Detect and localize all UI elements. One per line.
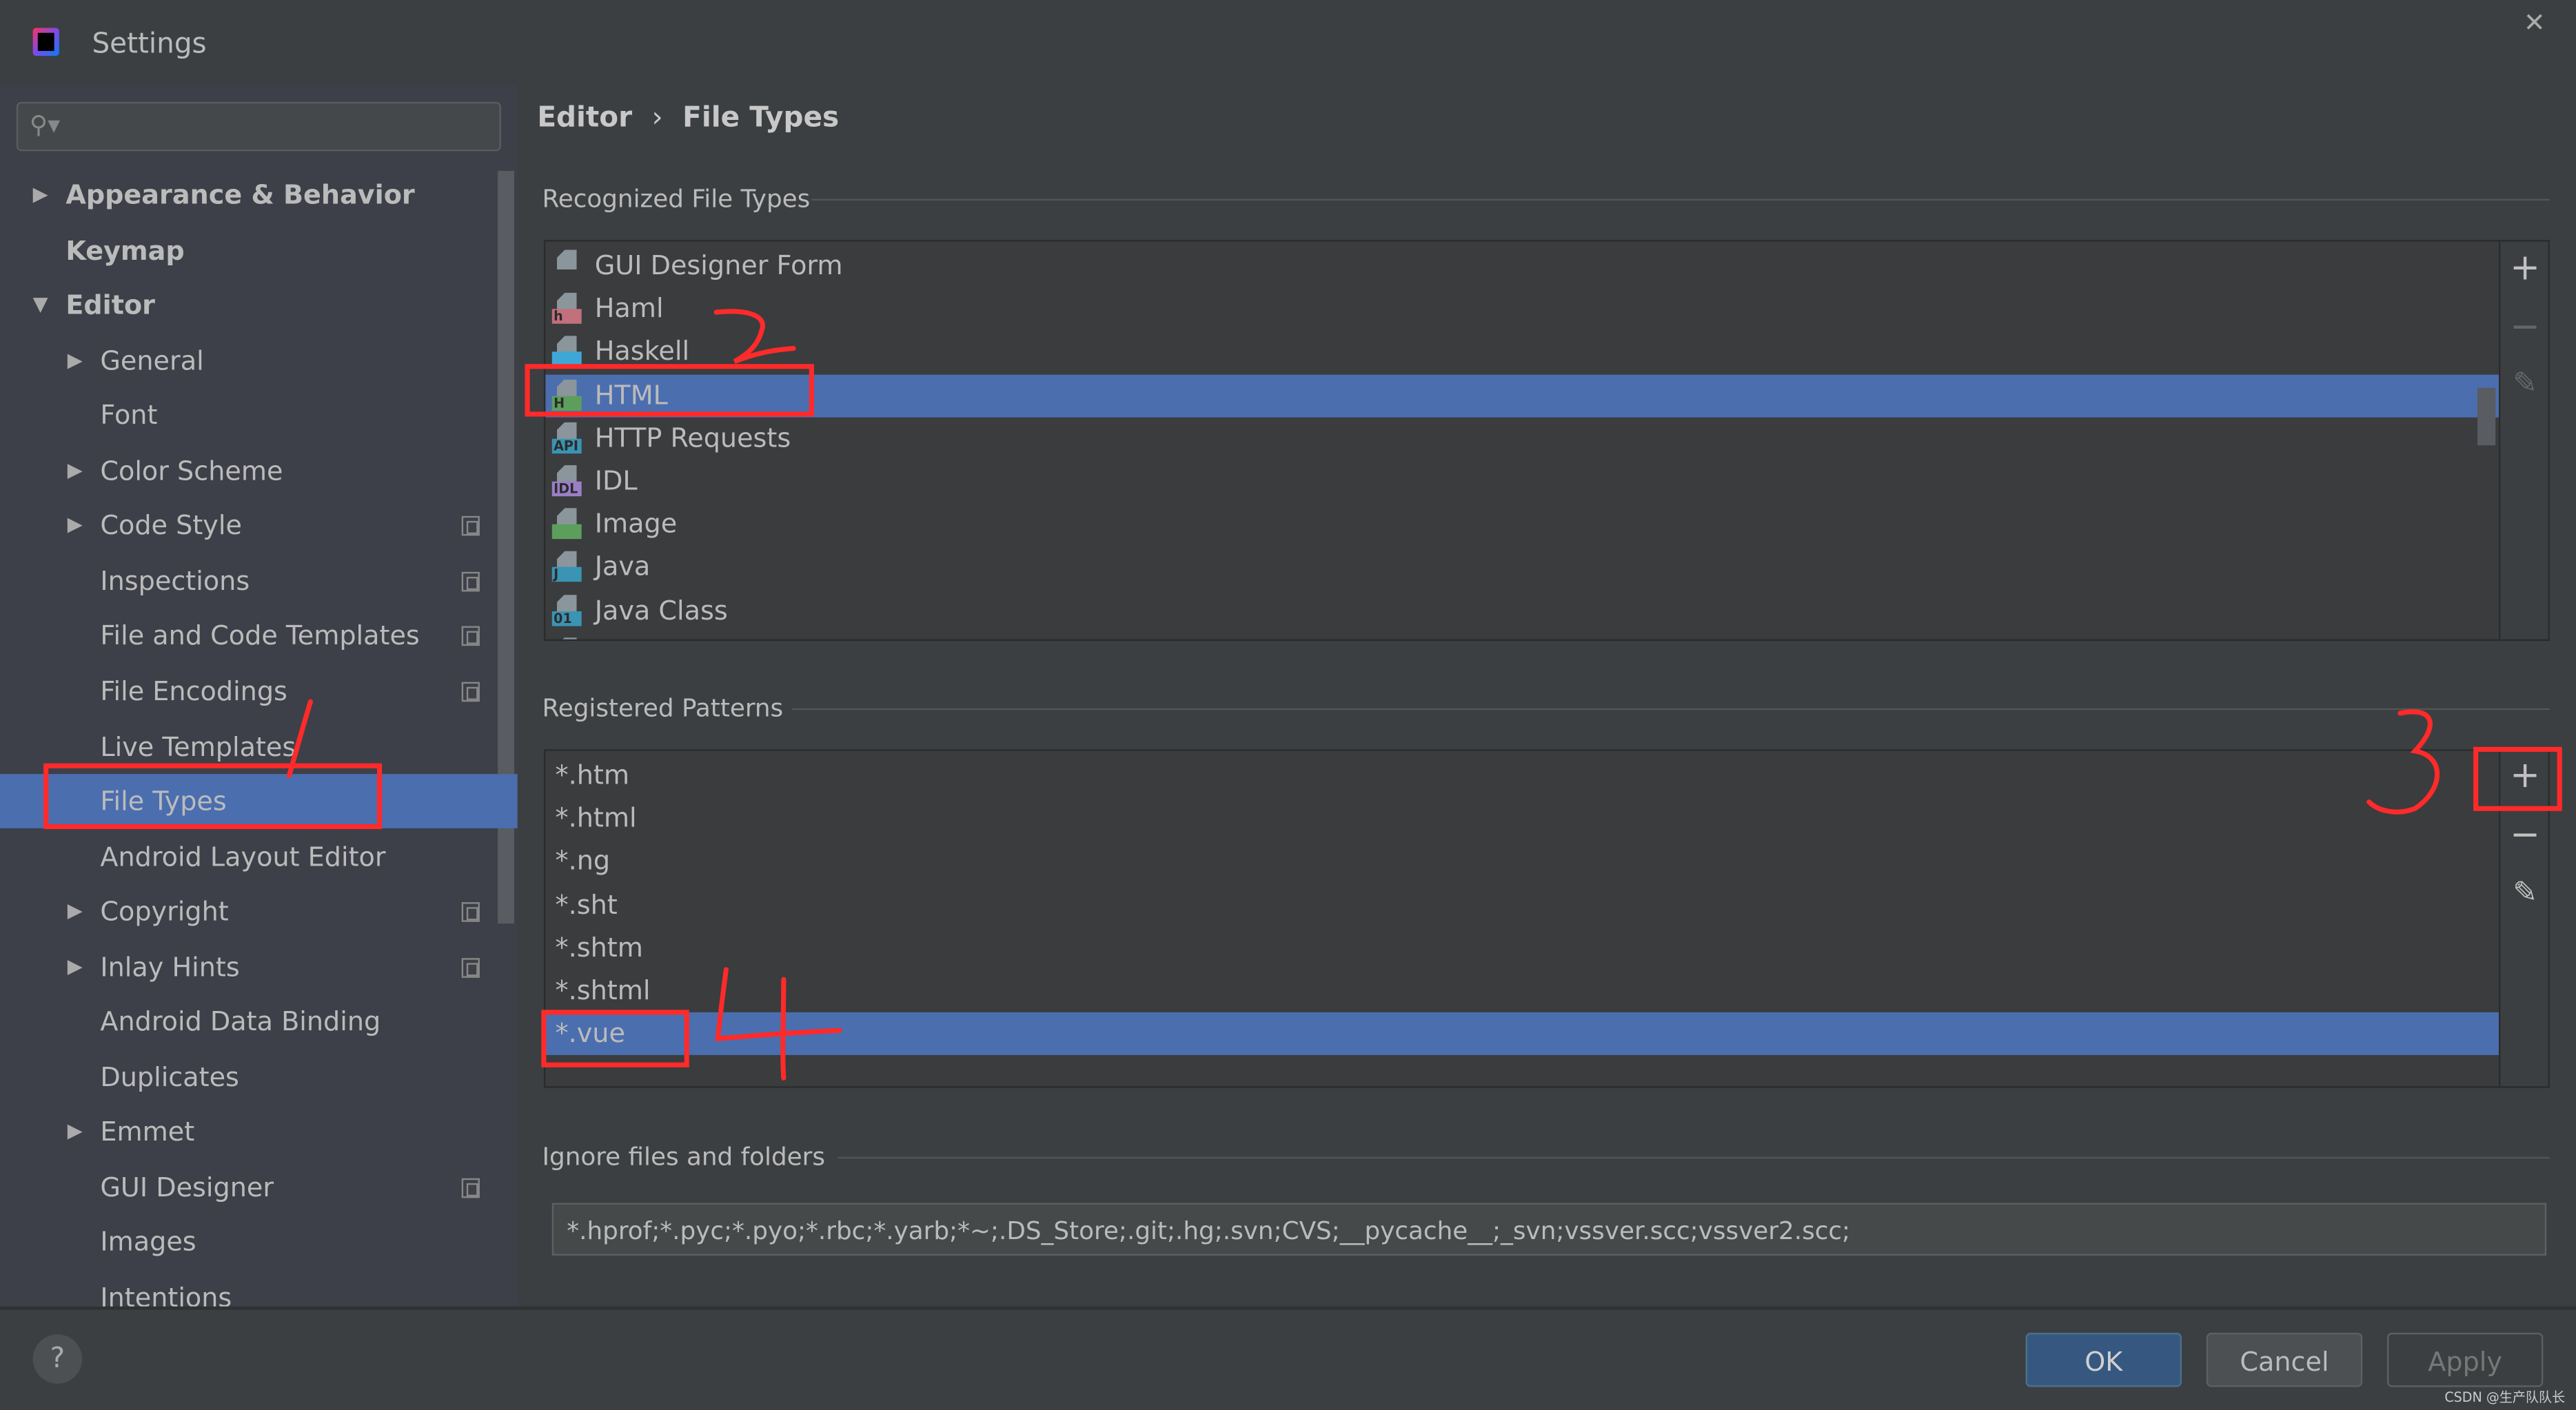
annotation-box-file-types	[43, 763, 383, 830]
annotation-number-4	[715, 967, 842, 1081]
annotation-number-2	[713, 309, 796, 364]
annotation-number-3	[2366, 709, 2440, 815]
red-annotations	[43, 309, 2562, 1081]
settings-dialog: Settings ✕ ▶ Appearance & Behavior Keymap ▼…	[0, 0, 2576, 1410]
annotation-box-html	[525, 364, 814, 417]
annotation-box-vue	[541, 1010, 689, 1067]
annotation-box-add-pattern	[2473, 746, 2562, 811]
